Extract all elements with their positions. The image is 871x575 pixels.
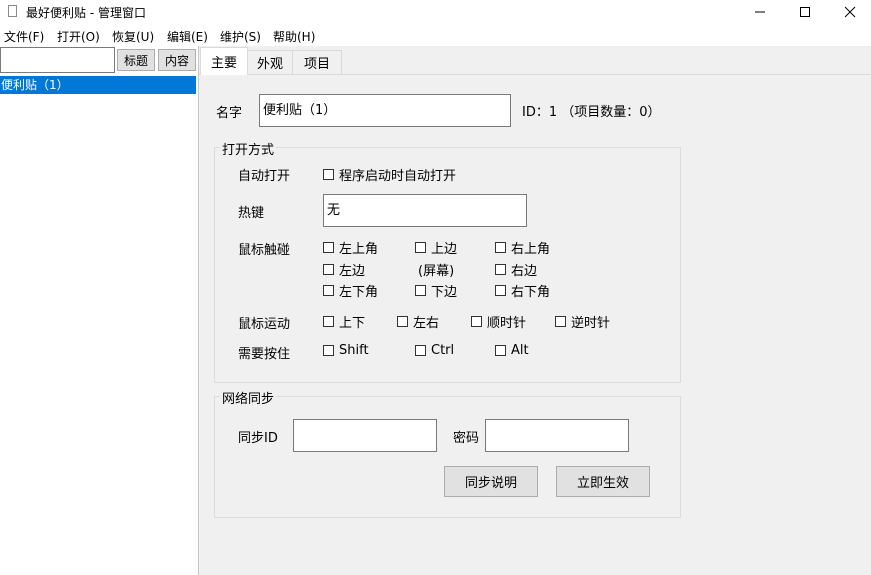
search-title-button[interactable]: 标题 xyxy=(117,49,155,71)
screen-label: (屏幕) xyxy=(418,264,455,279)
key-shift-checkbox[interactable]: Shift xyxy=(323,343,369,358)
edge-bottom-checkbox[interactable]: 下边 xyxy=(415,281,457,300)
move-counterclockwise-checkbox[interactable]: 逆时针 xyxy=(555,312,610,331)
window-title: 最好便利贴 - 管理窗口 xyxy=(26,6,146,20)
edge-top-checkbox[interactable]: 上边 xyxy=(415,238,457,257)
sync-help-button[interactable]: 同步说明 xyxy=(444,466,538,497)
name-label: 名字 xyxy=(216,106,243,121)
apply-now-button[interactable]: 立即生效 xyxy=(556,466,650,497)
close-button[interactable] xyxy=(827,0,871,24)
close-icon xyxy=(844,6,856,18)
hotkey-label: 热键 xyxy=(238,206,265,221)
network-sync-title: 网络同步 xyxy=(220,388,277,407)
menu-open[interactable]: 打开(O) xyxy=(57,28,100,45)
minimize-icon xyxy=(755,11,765,13)
open-method-title: 打开方式 xyxy=(220,139,277,158)
tab-main[interactable]: 主要 xyxy=(200,47,248,75)
sync-id-field[interactable] xyxy=(293,419,437,452)
edge-right-checkbox[interactable]: 右边 xyxy=(495,260,537,279)
search-input[interactable] xyxy=(0,47,115,73)
app-icon xyxy=(8,5,17,17)
password-label: 密码 xyxy=(453,431,480,446)
corner-top-left-checkbox[interactable]: 左上角 xyxy=(323,238,378,257)
hotkey-field[interactable]: 无 xyxy=(323,194,527,227)
sync-id-label: 同步ID xyxy=(238,431,278,446)
corner-bottom-right-checkbox[interactable]: 右下角 xyxy=(495,281,550,300)
menu-restore[interactable]: 恢复(U) xyxy=(112,28,154,45)
mouse-touch-label: 鼠标触碰 xyxy=(238,243,291,258)
menu-file[interactable]: 文件(F) xyxy=(4,28,44,45)
minimize-button[interactable] xyxy=(737,0,783,24)
maximize-button[interactable] xyxy=(782,0,828,24)
list-item[interactable]: 便利贴（1） xyxy=(0,76,196,94)
note-list-panel: 标题 内容 便利贴（1） xyxy=(0,46,198,575)
tab-items[interactable]: 项目 xyxy=(292,50,342,74)
hold-key-label: 需要按住 xyxy=(238,347,291,362)
splitter[interactable] xyxy=(198,46,199,575)
tab-divider xyxy=(199,74,871,75)
password-field[interactable] xyxy=(485,419,629,452)
search-content-button[interactable]: 内容 xyxy=(158,49,196,71)
menu-help[interactable]: 帮助(H) xyxy=(273,28,315,45)
move-updown-checkbox[interactable]: 上下 xyxy=(323,312,365,331)
menu-bar: 文件(F) 打开(O) 恢复(U) 编辑(E) 维护(S) 帮助(H) xyxy=(0,24,871,46)
corner-top-right-checkbox[interactable]: 右上角 xyxy=(495,238,550,257)
auto-open-checkbox[interactable]: 程序启动时自动打开 xyxy=(323,165,456,184)
corner-bottom-left-checkbox[interactable]: 左下角 xyxy=(323,281,378,300)
key-alt-checkbox[interactable]: Alt xyxy=(495,343,529,358)
title-bar: 最好便利贴 - 管理窗口 xyxy=(0,0,871,24)
maximize-icon xyxy=(800,7,810,17)
tab-appearance[interactable]: 外观 xyxy=(247,50,293,74)
auto-open-label: 自动打开 xyxy=(238,169,291,184)
move-leftright-checkbox[interactable]: 左右 xyxy=(397,312,439,331)
checkbox-box xyxy=(323,169,334,180)
network-sync-group xyxy=(214,396,681,518)
mouse-move-label: 鼠标运动 xyxy=(238,317,291,332)
menu-edit[interactable]: 编辑(E) xyxy=(167,28,208,45)
name-field[interactable]: 便利贴（1） xyxy=(259,94,511,127)
id-info: ID：1 （项目数量：0） xyxy=(522,105,661,120)
edge-left-checkbox[interactable]: 左边 xyxy=(323,260,365,279)
menu-maintain[interactable]: 维护(S) xyxy=(220,28,261,45)
move-clockwise-checkbox[interactable]: 顺时针 xyxy=(471,312,526,331)
key-ctrl-checkbox[interactable]: Ctrl xyxy=(415,343,454,358)
